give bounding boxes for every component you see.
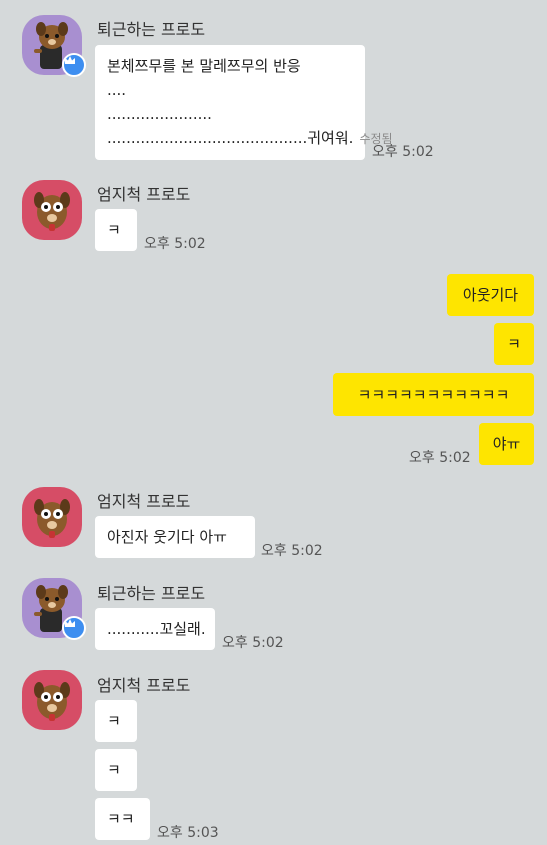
message-line: 본체쯔무를 본 말레쯔무의 반응 — [107, 57, 301, 75]
my-message-bubble[interactable]: 야ㅠ — [479, 423, 534, 465]
message-time: 오후 5:03 — [157, 825, 219, 841]
message-bubble[interactable]: ...........꼬실래. — [95, 608, 215, 650]
message-time: 오후 5:02 — [409, 450, 471, 466]
message-time: 오후 5:02 — [261, 543, 323, 559]
message-bubble[interactable]: 본체쯔무를 본 말레쯔무의 반응 .... ..................… — [95, 45, 393, 160]
message-text: ㅋ — [107, 712, 121, 730]
message-bubble[interactable]: ㅋ — [95, 209, 137, 251]
frodo-avatar-icon[interactable] — [22, 15, 86, 77]
message-text: ㅋ — [107, 221, 121, 239]
frodo-avatar-icon[interactable] — [22, 670, 82, 730]
message-line: ........................................… — [107, 126, 393, 151]
message-line-text: ........................................… — [107, 129, 354, 147]
message-text: 야ㅠ — [492, 435, 521, 453]
my-message-bubble[interactable]: 아웃기다 — [447, 274, 534, 316]
message-line: ...................... — [107, 105, 212, 123]
message-text: ㅋ — [507, 335, 521, 353]
message-bubble[interactable]: 아진자 웃기다 아ㅠ — [95, 516, 255, 558]
sender-name: 엄지척 프로도 — [97, 676, 191, 695]
sender-name: 퇴근하는 프로도 — [97, 20, 206, 39]
frodo-avatar-icon[interactable] — [22, 578, 86, 640]
message-time: 오후 5:02 — [372, 144, 434, 160]
message-bubble[interactable]: ㅋ — [95, 700, 137, 742]
message-text: ㅋㅋ — [107, 810, 135, 828]
frodo-avatar-icon[interactable] — [22, 180, 82, 240]
my-message-bubble[interactable]: ㅋㅋㅋㅋㅋㅋㅋㅋㅋㅋㅋ — [333, 373, 534, 416]
sender-name: 퇴근하는 프로도 — [97, 584, 206, 603]
crown-icon — [62, 616, 86, 640]
message-bubble[interactable]: ㅋㅋ — [95, 798, 150, 840]
sender-name: 엄지척 프로도 — [97, 492, 191, 511]
message-line: .... — [107, 81, 127, 99]
frodo-avatar-icon[interactable] — [22, 487, 82, 547]
message-time: 오후 5:02 — [144, 236, 206, 252]
crown-icon — [62, 53, 86, 77]
message-time: 오후 5:02 — [222, 635, 284, 651]
my-message-bubble[interactable]: ㅋ — [494, 323, 534, 365]
message-text: ㅋㅋㅋㅋㅋㅋㅋㅋㅋㅋㅋ — [357, 385, 510, 404]
sender-name: 엄지척 프로도 — [97, 185, 191, 204]
message-bubble[interactable]: ㅋ — [95, 749, 137, 791]
message-text: 아웃기다 — [462, 286, 519, 304]
message-text: ㅋ — [107, 761, 121, 779]
message-text: 아진자 웃기다 아ㅠ — [107, 528, 227, 546]
message-text: ...........꼬실래. — [107, 620, 206, 638]
